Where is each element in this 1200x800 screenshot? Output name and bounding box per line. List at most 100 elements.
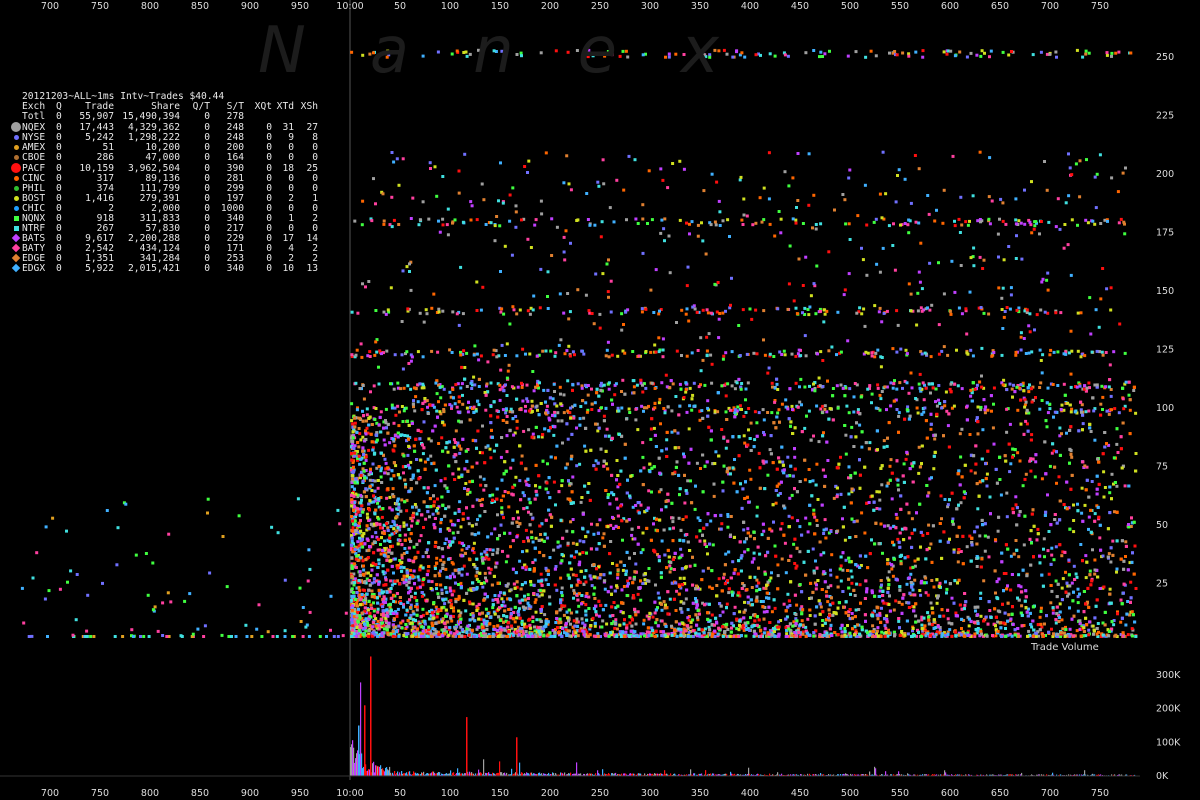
trade-point xyxy=(409,613,413,617)
trade-point xyxy=(940,517,943,521)
x-tick-label-top: 100 xyxy=(441,1,459,12)
trade-point xyxy=(686,608,690,612)
trade-point xyxy=(598,518,602,522)
trade-point xyxy=(446,450,450,454)
trade-point xyxy=(392,600,396,603)
trade-point xyxy=(444,507,448,511)
trade-point xyxy=(1072,530,1076,534)
trade-point xyxy=(660,608,664,612)
trade-point xyxy=(647,489,651,493)
trade-point xyxy=(533,600,537,604)
trade-point xyxy=(1074,572,1078,576)
trade-point xyxy=(1113,510,1116,514)
trade-point xyxy=(437,400,440,404)
trade-point xyxy=(1110,472,1114,476)
trade-point xyxy=(458,451,462,455)
trade-point xyxy=(392,571,395,575)
trade-point xyxy=(963,603,967,607)
trade-point xyxy=(539,572,543,576)
trade-point xyxy=(786,455,790,459)
trade-point xyxy=(1039,606,1043,610)
trade-point xyxy=(1102,470,1106,474)
trade-point xyxy=(804,625,808,629)
trade-point xyxy=(1093,438,1097,442)
trade-point xyxy=(642,622,646,626)
trade-point xyxy=(822,431,825,435)
x-tick-label-bottom: 750 xyxy=(91,788,109,799)
trade-point xyxy=(1083,503,1087,507)
trade-point xyxy=(849,592,852,596)
trade-point xyxy=(880,390,884,393)
trade-point xyxy=(724,446,728,450)
trade-point xyxy=(544,578,548,582)
trade-point xyxy=(926,611,930,615)
trade-point xyxy=(1081,422,1085,426)
trade-point xyxy=(450,561,454,565)
trade-point xyxy=(439,396,443,400)
trade-point xyxy=(523,594,526,598)
trade-point xyxy=(706,399,710,403)
trade-point xyxy=(1080,511,1084,515)
trade-point xyxy=(1060,554,1064,558)
trade-point xyxy=(535,618,539,622)
trade-point xyxy=(1090,480,1094,483)
trade-point xyxy=(803,478,807,482)
trade-point xyxy=(393,557,397,561)
trade-point xyxy=(947,621,951,625)
trade-point xyxy=(878,393,882,397)
trade-point xyxy=(933,437,937,441)
trade-point xyxy=(596,429,600,433)
trade-point xyxy=(509,616,513,620)
trade-point xyxy=(1079,543,1083,546)
trade-point xyxy=(492,449,496,453)
trade-point xyxy=(724,394,728,398)
trade-point xyxy=(849,569,853,573)
trade-point xyxy=(878,589,882,593)
trade-point xyxy=(1093,572,1097,576)
trade-point xyxy=(1034,460,1038,464)
trade-point xyxy=(472,541,476,545)
trade-point xyxy=(614,618,618,622)
trade-point xyxy=(860,511,864,515)
trade-point xyxy=(844,433,848,437)
trade-point xyxy=(1087,628,1091,632)
y-tick-label: 175 xyxy=(1156,228,1174,239)
trade-point xyxy=(572,596,575,600)
trade-point xyxy=(359,493,363,497)
trade-point xyxy=(670,624,673,628)
trade-point xyxy=(578,552,582,556)
trade-point xyxy=(440,588,444,592)
trade-point xyxy=(535,593,539,597)
trade-point xyxy=(439,569,442,573)
trade-point xyxy=(958,432,962,436)
trade-point xyxy=(481,451,484,455)
trade-point xyxy=(491,552,495,556)
trade-point xyxy=(356,540,360,544)
trade-point xyxy=(522,429,526,433)
trade-point xyxy=(636,610,640,614)
trade-point xyxy=(377,562,381,566)
trade-point xyxy=(1046,493,1049,497)
x-tick-label-bottom: 750 xyxy=(1091,788,1109,799)
trade-point xyxy=(467,522,471,526)
trade-point xyxy=(491,606,495,610)
trade-point xyxy=(1051,635,1055,638)
trade-point xyxy=(712,494,716,498)
trade-point xyxy=(983,549,987,553)
trade-point xyxy=(554,503,557,507)
trade-point xyxy=(418,539,422,543)
trade-point xyxy=(484,607,488,611)
trade-point xyxy=(479,552,483,556)
trade-point xyxy=(382,438,386,442)
trade-point xyxy=(654,583,657,587)
trade-point xyxy=(521,491,525,495)
x-tick-label-top: 600 xyxy=(941,1,959,12)
trade-point xyxy=(527,428,531,432)
trade-point xyxy=(435,556,439,560)
trade-point xyxy=(689,479,692,483)
x-tick-label-top: 10:00 xyxy=(336,1,363,12)
trade-point xyxy=(421,555,425,559)
trade-point xyxy=(930,579,934,582)
trade-point xyxy=(571,573,575,577)
trade-point xyxy=(979,591,983,595)
